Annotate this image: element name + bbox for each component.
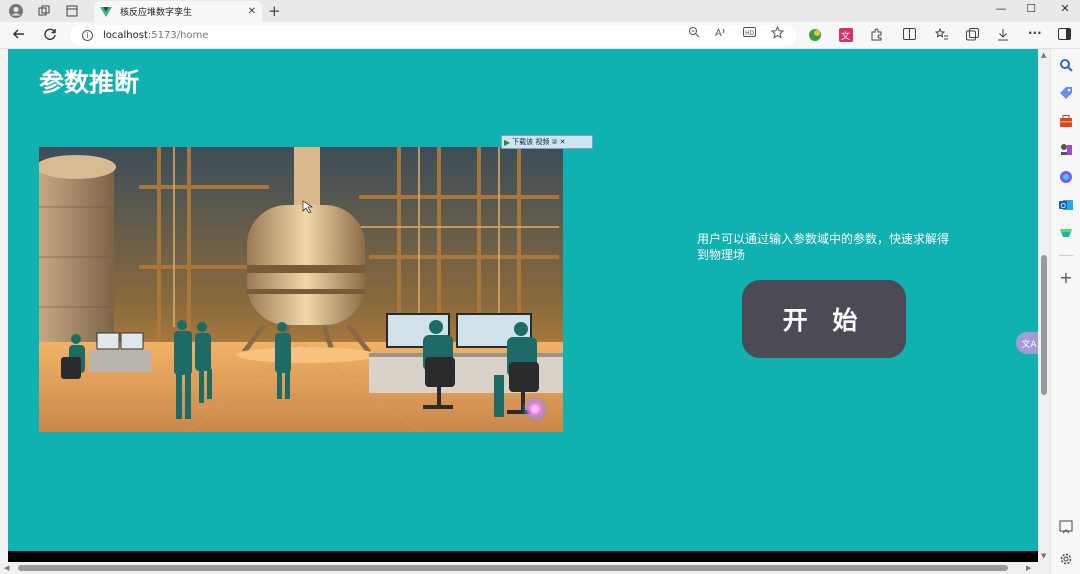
minimize-button[interactable]: — [986,2,1016,15]
site-info-icon[interactable]: i [82,30,93,41]
screenshot-icon[interactable] [1059,519,1073,534]
profile-icon[interactable] [6,2,26,20]
read-aloud-icon[interactable]: A [715,26,728,41]
horizontal-scroll-thumb[interactable] [18,565,1008,571]
scroll-up-icon[interactable]: ▲ [1041,51,1046,59]
svg-text:HD: HD [745,30,755,37]
description-text: 用户可以通过输入参数域中的参数，快速求解得到物理场 [697,232,950,262]
video-download-bar[interactable]: ▶ 下载该 视频 ② ✕ [501,135,593,149]
page-viewport: 参数推断 ▶ 下载该 视频 ② ✕ 用户可以通过输入参数域中的参数，快速求解得到… [8,49,1038,551]
more-menu-icon[interactable]: ··· [1028,26,1042,40]
search-icon[interactable] [1059,57,1073,72]
scroll-left-icon[interactable]: ◀ [4,564,9,572]
extension-globe-icon[interactable] [808,28,822,45]
favorite-star-icon[interactable] [770,25,785,42]
toolbox-icon[interactable] [1059,113,1073,127]
start-button[interactable]: 开 始 [742,280,906,358]
browser-toolbar: i localhost:5173/home A HD 文 ··· [0,22,1080,49]
help-icon[interactable]: ② [551,138,557,146]
close-window-button[interactable]: ✕ [1050,2,1080,15]
close-tab-icon[interactable]: ✕ [248,6,256,17]
translate-bubble-icon[interactable]: 文A [1016,332,1038,354]
favorites-list-icon[interactable] [934,27,949,44]
sidebar-divider [1059,255,1073,256]
reactor-hero-image [39,147,563,432]
tag-icon[interactable] [1059,85,1073,99]
split-screen-icon[interactable] [903,28,916,43]
new-tab-button[interactable]: + [268,2,281,20]
vertical-scroll-thumb[interactable] [1041,255,1047,395]
maximize-button[interactable]: ☐ [1016,2,1046,15]
settings-icon[interactable] [1059,551,1073,565]
scroll-right-icon[interactable]: ▶ [1026,564,1031,572]
copilot-icon[interactable] [1059,169,1073,183]
downloads-icon[interactable] [997,28,1009,44]
page-bottom-bar [8,551,1038,562]
zoom-icon[interactable] [688,26,700,41]
extension-translate-icon[interactable]: 文 [839,28,853,45]
back-icon[interactable] [12,27,26,45]
url-text: localhost:5173/home [103,30,209,41]
download-video-label[interactable]: 下载该 视频 [512,137,549,147]
tab-title: 核反应堆数字孪生 [120,8,193,18]
tab-active[interactable]: 核反应堆数字孪生 ✕ [94,1,262,22]
chess-icon[interactable] [1059,141,1073,155]
scroll-down-icon[interactable]: ▼ [1041,552,1046,560]
refresh-icon[interactable] [43,27,57,45]
collections-icon[interactable] [966,28,979,44]
outlook-icon[interactable]: O [1059,197,1073,211]
tab-strip: 核反应堆数字孪生 ✕ + — ☐ ✕ [0,0,1080,22]
sidebar-toggle-icon[interactable] [1058,28,1071,43]
drop-icon[interactable] [1059,225,1073,239]
horizontal-scrollbar[interactable]: ◀ ▶ [0,562,1050,574]
vertical-scrollbar[interactable]: ▲ ▼ [1038,49,1050,562]
svg-text:O: O [1061,202,1067,210]
svg-text:文: 文 [841,30,850,42]
page-title: 参数推断 [39,68,140,97]
svg-text:A: A [715,28,722,38]
play-icon: ▶ [504,137,511,147]
tab-actions-icon[interactable] [62,2,82,20]
workspaces-icon[interactable] [34,2,54,20]
edge-sidebar: O + [1050,49,1080,574]
extensions-puzzle-icon[interactable] [870,28,883,44]
add-icon[interactable]: + [1059,270,1073,286]
vue-icon [100,6,112,17]
hd-icon[interactable]: HD [743,26,756,41]
close-icon[interactable]: ✕ [560,138,566,146]
